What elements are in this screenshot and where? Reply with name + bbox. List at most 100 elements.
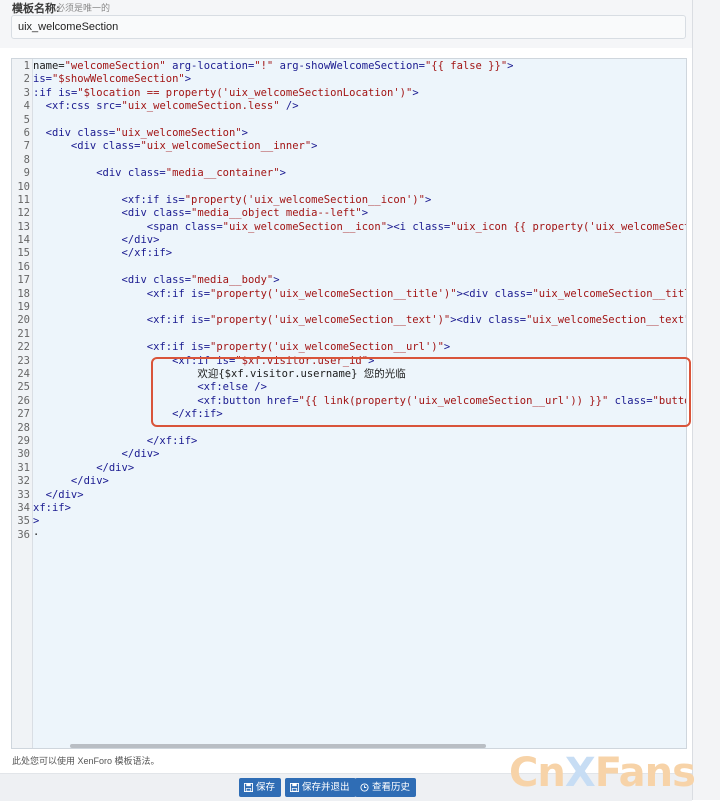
code-token: > (33, 515, 40, 528)
code-line[interactable]: 29 </xf:if> (12, 434, 686, 448)
code-line[interactable]: 22 <xf:if is="property('uix_welcomeSecti… (12, 341, 686, 354)
save-exit-button[interactable]: 保存并退出 (285, 778, 356, 797)
line-number: 29 (17, 434, 30, 447)
code-text: <div class="uix_welcomeSection"> (33, 127, 248, 140)
code-text: name="welcomeSection" arg-location="!" a… (33, 60, 513, 73)
code-text: <xf:if is="property('uix_welcomeSection_… (33, 341, 450, 354)
code-token: > (424, 193, 432, 206)
code-line[interactable]: 13 <span class="uix_welcomeSection__icon… (12, 220, 686, 234)
code-text: <div class="media__object media--left"> (33, 207, 369, 220)
code-line[interactable]: 10 (12, 180, 686, 194)
code-line[interactable]: 31 </div> (12, 461, 686, 475)
code-token: "$showWelcomeSection" (51, 73, 185, 86)
code-line[interactable]: 18 <xf:if is="property('uix_welcomeSecti… (12, 287, 686, 301)
code-token: class= (184, 220, 223, 233)
code-token: class= (102, 140, 141, 153)
code-token: "!" (254, 60, 274, 72)
code-token: <xf:if (33, 341, 192, 354)
page-scrollbar[interactable] (692, 0, 720, 800)
line-number: 31 (17, 461, 30, 474)
code-token: "media__object media--left" (191, 207, 362, 220)
code-token: "property('uix_welcomeSection__title')" (210, 287, 457, 300)
syntax-footnote: 此处您可以使用 XenForo 模板语法。 (12, 756, 160, 766)
code-line[interactable]: 20 <xf:if is="property('uix_welcomeSecti… (12, 314, 686, 327)
line-number: 10 (17, 180, 30, 193)
template-name-hint: 必须是唯一的 (56, 3, 111, 13)
code-line[interactable]: 34 xf:if> (12, 502, 686, 515)
code-line[interactable]: 30 </div> (12, 448, 686, 461)
code-token: <div (33, 140, 103, 153)
code-lines[interactable]: 1 name="welcomeSection" arg-location="!" … (12, 60, 686, 542)
template-name-label: 模板名称: (12, 3, 60, 15)
line-number: 6 (23, 126, 30, 139)
code-token: is= (33, 73, 52, 86)
code-token: "uix_welcomeSection__inner" (140, 140, 312, 153)
code-token: class= (77, 126, 116, 139)
line-number: 5 (23, 113, 30, 126)
code-token: > (241, 126, 248, 139)
line-number: 14 (17, 234, 30, 247)
code-text: is="$showWelcomeSection"> (33, 73, 191, 86)
code-token: > (361, 207, 369, 220)
code-token: "property('uix_welcomeSection__url')" (210, 341, 444, 354)
line-number: 19 (17, 301, 30, 314)
line-number: 2 (23, 73, 30, 86)
code-text: <div class="uix_welcomeSection__inner"> (33, 140, 318, 153)
code-line[interactable]: 7 <div class="uix_welcomeSection__inner"… (12, 140, 686, 153)
code-token: > (412, 86, 419, 99)
code-text: · (33, 529, 39, 542)
code-token: > (311, 140, 318, 153)
code-line[interactable]: 6 <div class="uix_welcomeSection"> (12, 126, 686, 140)
code-token: arg-location= (165, 60, 255, 72)
line-number: 7 (23, 140, 30, 153)
line-number: 11 (17, 193, 30, 206)
history-button[interactable]: 查看历史 (355, 778, 417, 797)
code-token: is= (191, 341, 211, 354)
line-number: 23 (17, 354, 30, 367)
code-line[interactable]: 36 · (12, 529, 686, 542)
line-number: 33 (17, 488, 30, 501)
code-line[interactable]: 15 </xf:if> (12, 247, 686, 260)
template-name-input[interactable]: uix_welcomeSection (11, 15, 686, 39)
code-token: > (507, 60, 514, 72)
save-button[interactable]: 保存 (239, 778, 282, 797)
code-line[interactable]: 5 (12, 113, 686, 127)
code-line[interactable]: 17 <div class="media__body"> (12, 274, 686, 287)
code-token: <div (33, 207, 154, 220)
code-token: </div> (33, 475, 109, 488)
code-token: class= (153, 274, 192, 287)
save-icon (290, 783, 299, 792)
code-token: · (33, 528, 40, 541)
code-token: src= (96, 100, 122, 113)
code-token: > (279, 167, 286, 180)
code-line[interactable]: 2 is="$showWelcomeSection"> (12, 73, 686, 86)
code-line[interactable]: 9 <div class="media__container"> (12, 167, 686, 180)
line-number: 32 (17, 475, 30, 488)
line-number: 13 (17, 220, 30, 233)
code-line[interactable]: 35 > (12, 515, 686, 528)
code-text: </xf:if> (33, 435, 198, 448)
code-line[interactable]: 8 (12, 154, 686, 167)
code-token: <xf:if (33, 193, 166, 206)
code-token: "media__container" (165, 167, 280, 180)
code-line[interactable]: 11 <xf:if is="property('uix_welcomeSecti… (12, 193, 686, 207)
code-line[interactable]: 14 </div> (12, 234, 686, 247)
code-text: > (33, 515, 39, 528)
code-token: name= (33, 60, 65, 72)
code-line[interactable]: 12 <div class="media__object media--left… (12, 207, 686, 220)
code-line[interactable]: 21 (12, 328, 686, 341)
code-line[interactable]: 32 </div> (12, 475, 686, 488)
code-token: is= (165, 193, 185, 206)
code-line[interactable]: 3:if is="$location == property('uix_welc… (12, 86, 686, 100)
code-token: "uix_welcomeSection" (115, 126, 242, 139)
code-token: "$location == property('uix_welcomeSecti… (77, 86, 413, 99)
line-number: 22 (17, 341, 30, 354)
code-line[interactable]: 4 <xf:css src="uix_welcomeSection.less" … (12, 100, 686, 113)
code-line[interactable]: 19 (12, 301, 686, 314)
code-token: </div> (33, 488, 84, 501)
code-line[interactable]: 1 name="welcomeSection" arg-location="!" … (12, 60, 686, 73)
code-line[interactable]: 33 </div> (12, 488, 686, 502)
code-token: "property('uix_welcomeSection__icon')" (184, 193, 425, 206)
code-line[interactable]: 16 (12, 261, 686, 274)
horizontal-scrollbar[interactable] (70, 744, 486, 748)
